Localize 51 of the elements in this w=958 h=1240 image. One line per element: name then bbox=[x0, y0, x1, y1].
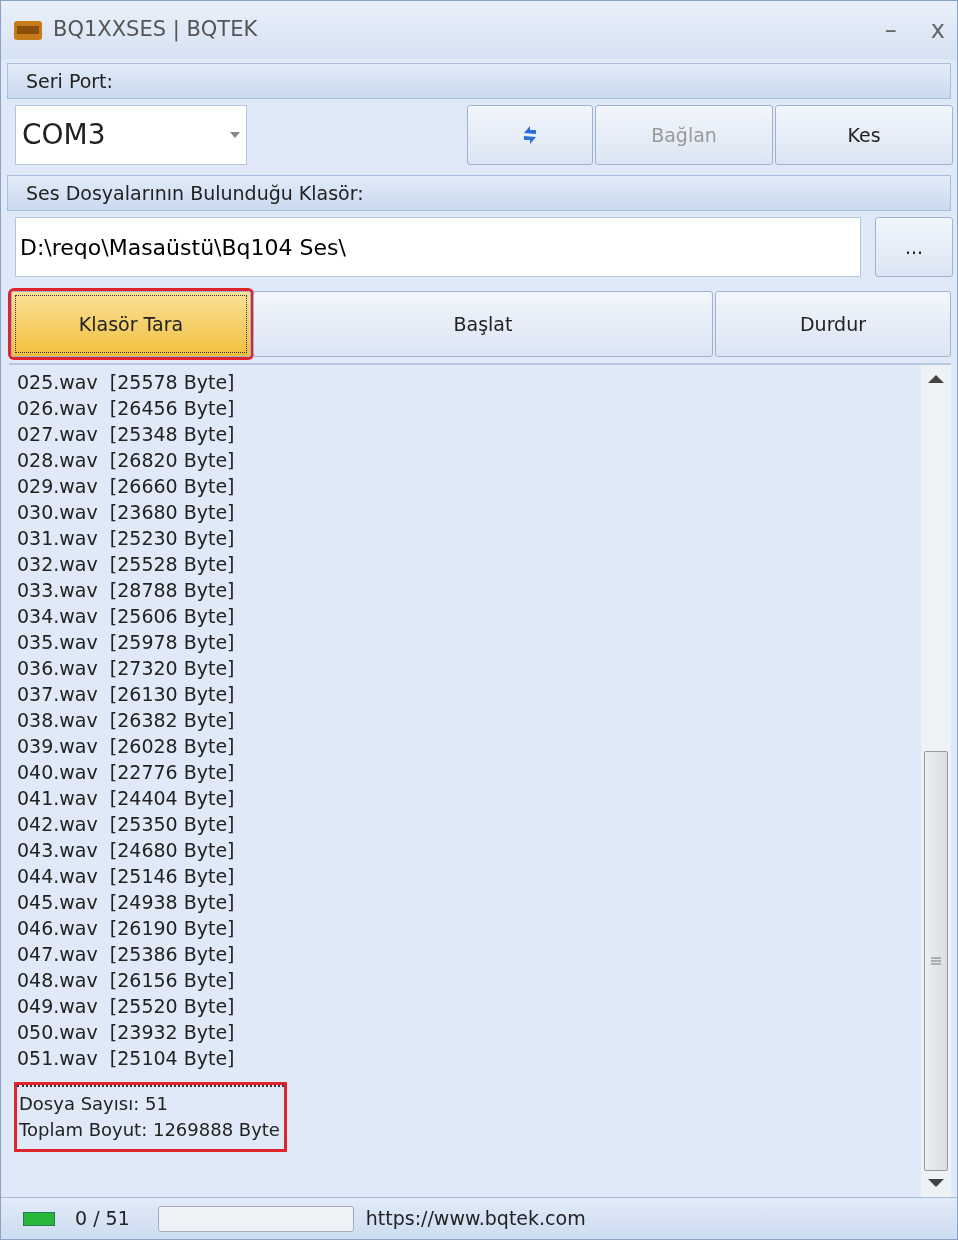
log-line: 037.wav [26130 Byte] bbox=[17, 682, 236, 707]
log-line: 034.wav [25606 Byte] bbox=[17, 604, 236, 629]
scroll-thumb[interactable] bbox=[924, 751, 948, 1171]
log-line: 041.wav [24404 Byte] bbox=[17, 786, 236, 811]
scroll-down-icon[interactable] bbox=[928, 1179, 944, 1189]
log-line: 030.wav [23680 Byte] bbox=[17, 500, 236, 525]
log-line: 048.wav [26156 Byte] bbox=[17, 968, 236, 993]
section-header: Ses Dosyalarının Bulunduğu Klasör: bbox=[7, 175, 951, 211]
summary-line: Toplam Boyut: 1269888 Byte bbox=[19, 1118, 280, 1142]
minimize-button[interactable]: – bbox=[884, 12, 897, 48]
folder-path-field[interactable]: D:\reqo\Masaüstü\Bq104 Ses\ bbox=[15, 217, 861, 277]
port-dropdown[interactable]: COM3 bbox=[15, 105, 247, 165]
browse-button[interactable]: ... bbox=[875, 217, 953, 277]
log-line: 040.wav [22776 Byte] bbox=[17, 760, 236, 785]
refresh-button[interactable] bbox=[467, 105, 593, 165]
log-line: 025.wav [25578 Byte] bbox=[17, 370, 236, 395]
caret-icon bbox=[230, 132, 240, 138]
disconnect-button[interactable]: Kes bbox=[775, 105, 953, 165]
section-header: Seri Port: bbox=[7, 63, 951, 99]
close-button[interactable]: x bbox=[930, 12, 945, 48]
website-link[interactable]: https://www.bqtek.com bbox=[365, 1204, 586, 1233]
action-button[interactable]: Başlat bbox=[253, 291, 713, 357]
log-line: 029.wav [26660 Byte] bbox=[17, 474, 236, 499]
log-line: 039.wav [26028 Byte] bbox=[17, 734, 236, 759]
log-line: 027.wav [25348 Byte] bbox=[17, 422, 236, 447]
log-line: 031.wav [25230 Byte] bbox=[17, 526, 236, 551]
action-button[interactable]: Klasör Tara bbox=[11, 291, 251, 357]
log-line: 046.wav [26190 Byte] bbox=[17, 916, 236, 941]
log-line: 038.wav [26382 Byte] bbox=[17, 708, 236, 733]
log-line: 045.wav [24938 Byte] bbox=[17, 890, 236, 915]
log-line: 044.wav [25146 Byte] bbox=[17, 864, 236, 889]
log-line: 042.wav [25350 Byte] bbox=[17, 812, 236, 837]
log-line: 026.wav [26456 Byte] bbox=[17, 396, 236, 421]
log-line: 050.wav [23932 Byte] bbox=[17, 1020, 236, 1045]
scrollbar[interactable] bbox=[921, 365, 951, 1197]
summary-line: Dosya Sayısı: 51 bbox=[19, 1092, 169, 1116]
scroll-up-icon[interactable] bbox=[928, 373, 944, 383]
app-icon bbox=[13, 18, 43, 42]
log-line: 043.wav [24680 Byte] bbox=[17, 838, 236, 863]
log-line: 033.wav [28788 Byte] bbox=[17, 578, 236, 603]
counter-text: 0 / 51 bbox=[75, 1206, 130, 1232]
log-line: 032.wav [25528 Byte] bbox=[17, 552, 236, 577]
window-title: BQ1XXSES | BQTEK bbox=[53, 16, 258, 44]
log-line: 036.wav [27320 Byte] bbox=[17, 656, 236, 681]
log-line: 047.wav [25386 Byte] bbox=[17, 942, 236, 967]
log-line: 028.wav [26820 Byte] bbox=[17, 448, 236, 473]
action-button[interactable]: Durdur bbox=[715, 291, 951, 357]
log-line: 049.wav [25520 Byte] bbox=[17, 994, 236, 1019]
log-line: 035.wav [25978 Byte] bbox=[17, 630, 236, 655]
grip-icon bbox=[931, 956, 941, 966]
log-line: 051.wav [25104 Byte] bbox=[17, 1046, 236, 1071]
